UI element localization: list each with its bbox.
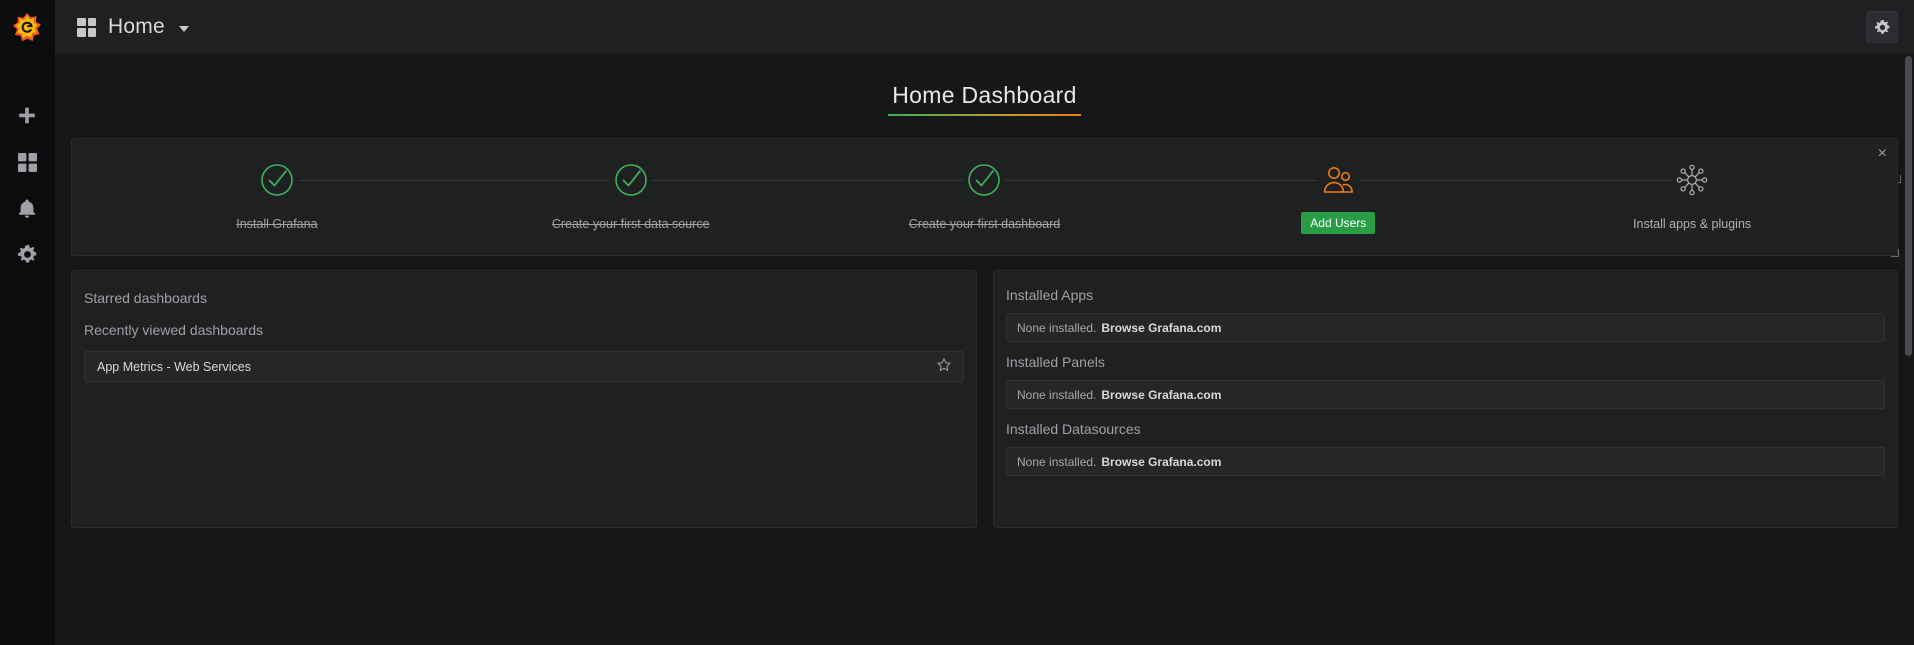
gear-icon	[18, 245, 37, 264]
add-users-button[interactable]: Add Users	[1301, 212, 1375, 234]
none-installed-text: None installed.	[1017, 321, 1096, 335]
vertical-scrollbar[interactable]	[1905, 56, 1912, 356]
plus-icon	[18, 107, 36, 125]
star-outline-icon-glyph	[937, 358, 951, 372]
check-circle-icon-glyph	[259, 162, 295, 198]
dashboard-settings-button[interactable]	[1866, 11, 1898, 43]
grafana-app: Home Home Dashboard ×	[0, 0, 1914, 645]
check-circle-icon-glyph	[613, 162, 649, 198]
getting-started-step: Create your first data source	[454, 159, 808, 231]
installed-panels-heading: Installed Panels	[1006, 354, 1885, 380]
getting-started-step: Install apps & plugins	[1515, 159, 1869, 231]
star-outline-icon[interactable]	[937, 358, 951, 375]
check-circle-icon[interactable]	[256, 159, 298, 201]
breadcrumb-label: Home	[108, 15, 165, 39]
sidebar-item-configuration[interactable]	[0, 231, 55, 277]
dashboard-title-row: Home Dashboard	[71, 55, 1898, 138]
installed-apps-heading: Installed Apps	[1006, 287, 1885, 313]
check-circle-icon[interactable]	[610, 159, 652, 201]
installed-datasources-heading: Installed Datasources	[1006, 421, 1885, 447]
bottom-panel-row: Starred dashboards Recently viewed dashb…	[71, 270, 1898, 528]
step-label[interactable]: Create your first data source	[552, 217, 710, 231]
gear-icon	[1875, 20, 1890, 35]
sidebar	[0, 0, 55, 645]
none-installed-text: None installed.	[1017, 388, 1096, 402]
bell-icon	[18, 199, 36, 218]
check-circle-icon[interactable]	[963, 159, 1005, 201]
starred-dashboards-heading: Starred dashboards	[84, 287, 964, 316]
users-icon-glyph	[1321, 165, 1355, 195]
apps-plugins-icon-glyph	[1674, 162, 1710, 198]
step-label[interactable]: Create your first dashboard	[909, 217, 1060, 231]
page-title: Home Dashboard	[892, 82, 1076, 116]
apps-plugins-icon[interactable]	[1671, 159, 1713, 201]
getting-started-panel: × Install Grafana	[71, 138, 1898, 256]
sidebar-item-alerting[interactable]	[0, 185, 55, 231]
installed-datasources-row: None installed. Browse Grafana.com	[1006, 447, 1885, 476]
step-label[interactable]: Install apps & plugins	[1633, 217, 1751, 231]
getting-started-resize-handle[interactable]	[1891, 249, 1900, 258]
plugins-panel: Installed Apps None installed. Browse Gr…	[993, 270, 1898, 528]
grafana-logo-icon	[12, 12, 42, 44]
dashboards-grid-icon	[77, 18, 96, 37]
dashboards-grid-icon	[18, 153, 37, 172]
chevron-down-icon	[179, 26, 189, 32]
getting-started-step: Add Users	[1161, 159, 1515, 234]
recent-dashboards-heading: Recently viewed dashboards	[84, 316, 964, 348]
list-item[interactable]: App Metrics - Web Services	[84, 351, 964, 382]
close-icon[interactable]: ×	[1878, 146, 1887, 162]
main-column: Home Home Dashboard ×	[55, 0, 1914, 645]
browse-grafana-link[interactable]: Browse Grafana.com	[1101, 388, 1221, 402]
grafana-logo[interactable]	[0, 0, 55, 55]
getting-started-step: Install Grafana	[100, 159, 454, 231]
installed-panels-row: None installed. Browse Grafana.com	[1006, 380, 1885, 409]
getting-started-steps: Install Grafana Create your first data s…	[72, 139, 1897, 255]
browse-grafana-link[interactable]: Browse Grafana.com	[1101, 321, 1221, 335]
sidebar-item-dashboards[interactable]	[0, 139, 55, 185]
dashboard-body: Home Dashboard × Install Gra	[55, 55, 1914, 645]
browse-grafana-link[interactable]: Browse Grafana.com	[1101, 455, 1221, 469]
none-installed-text: None installed.	[1017, 455, 1096, 469]
users-icon[interactable]	[1317, 159, 1359, 201]
step-label[interactable]: Install Grafana	[236, 217, 317, 231]
getting-started-step: Create your first dashboard	[808, 159, 1162, 231]
breadcrumb[interactable]: Home	[77, 15, 189, 39]
dashboard-name: App Metrics - Web Services	[97, 360, 937, 374]
dashboards-panel-column: Starred dashboards Recently viewed dashb…	[71, 270, 977, 528]
sidebar-item-create[interactable]	[0, 93, 55, 139]
dashboards-panel: Starred dashboards Recently viewed dashb…	[71, 270, 977, 528]
plugins-panel-column: Installed Apps None installed. Browse Gr…	[993, 270, 1898, 528]
installed-apps-row: None installed. Browse Grafana.com	[1006, 313, 1885, 342]
check-circle-icon-glyph	[966, 162, 1002, 198]
top-navbar: Home	[55, 0, 1914, 55]
